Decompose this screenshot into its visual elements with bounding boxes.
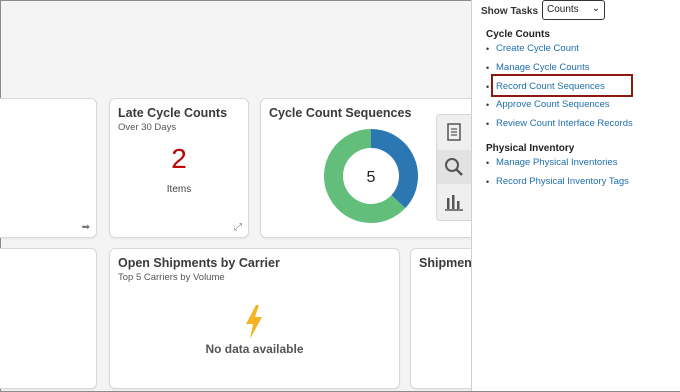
select-value: Counts	[547, 4, 579, 15]
bullet: •	[486, 44, 490, 54]
donut-center-value: 5	[367, 169, 376, 186]
bullet: •	[486, 119, 490, 129]
task-filter-select[interactable]: Counts ⌄	[542, 0, 605, 20]
late-count-value: 2	[171, 143, 187, 174]
no-data-message: No data available	[205, 342, 304, 356]
analytics-button[interactable]	[437, 185, 471, 219]
section-title-physical-inventory: Physical Inventory	[486, 143, 575, 154]
open-shipments-card[interactable]: Open Shipments by Carrier Top 5 Carriers…	[109, 248, 400, 389]
search-button[interactable]	[437, 150, 471, 184]
lightning-icon	[246, 305, 262, 339]
link-approve-count-sequences[interactable]: Approve Count Sequences	[496, 99, 610, 110]
bullet: •	[486, 82, 490, 92]
list-view-button[interactable]	[437, 115, 471, 149]
partial-card-bottom-left[interactable]	[0, 248, 97, 389]
section-title-cycle-counts: Cycle Counts	[486, 29, 550, 40]
tasks-panel: Show Tasks Counts ⌄ Cycle Counts • Creat…	[471, 0, 680, 391]
link-create-cycle-count[interactable]: Create Cycle Count	[496, 43, 579, 54]
bar-chart-icon	[445, 195, 463, 211]
show-tasks-label: Show Tasks	[481, 6, 539, 17]
link-manage-physical-inventories[interactable]: Manage Physical Inventories	[496, 157, 617, 168]
card-title: Open Shipments by Carrier	[118, 256, 280, 270]
card-subtitle: Top 5 Carriers by Volume	[118, 272, 225, 283]
link-record-physical-inventory-tags[interactable]: Record Physical Inventory Tags	[496, 176, 629, 187]
bullet: •	[486, 158, 490, 168]
card-subtitle: Over 30 Days	[118, 122, 177, 133]
bullet: •	[486, 100, 490, 110]
chevron-down-icon: ⌄	[591, 3, 600, 14]
document-icon	[447, 123, 461, 141]
view-toolbar	[436, 114, 472, 221]
highlight-box	[491, 74, 633, 97]
sequences-donut-chart[interactable]: 5	[323, 128, 419, 224]
partial-card-top-left[interactable]: ➡	[0, 98, 97, 238]
card-title: Late Cycle Counts	[118, 106, 228, 120]
card-title: Shipmen	[419, 256, 472, 270]
late-cycle-counts-card[interactable]: Late Cycle Counts Over 30 Days 2 Items ⤢	[109, 98, 249, 238]
arrow-right-icon[interactable]: ➡	[82, 222, 90, 233]
donut-segment-blue[interactable]	[370, 129, 418, 209]
items-label: Items	[166, 184, 192, 195]
link-manage-cycle-counts[interactable]: Manage Cycle Counts	[496, 62, 589, 73]
search-icon	[445, 158, 463, 176]
bullet: •	[486, 63, 490, 73]
link-review-count-interface-records[interactable]: Review Count Interface Records	[496, 118, 633, 129]
card-title: Cycle Count Sequences	[269, 106, 412, 120]
expand-icon[interactable]: ⤢	[234, 222, 242, 233]
bullet: •	[486, 177, 490, 187]
